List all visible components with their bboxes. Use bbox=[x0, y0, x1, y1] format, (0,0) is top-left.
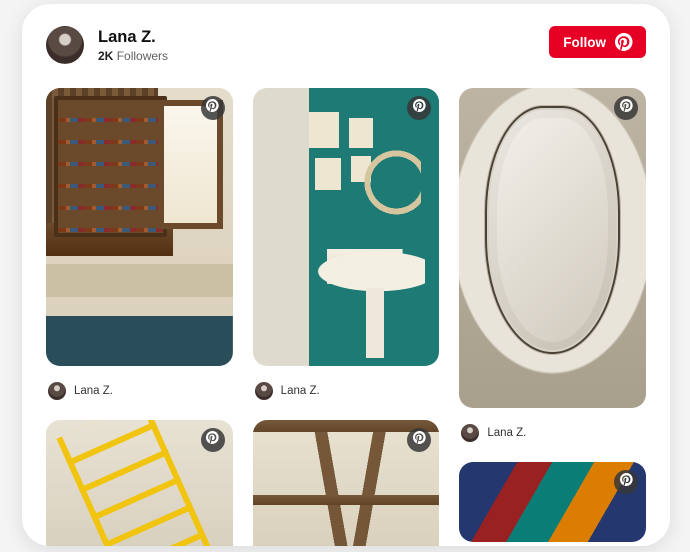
followers-label: Followers bbox=[117, 49, 168, 63]
followers: 2K Followers bbox=[98, 49, 168, 63]
pinterest-icon bbox=[615, 33, 633, 51]
pinterest-icon bbox=[413, 431, 426, 449]
pinterest-icon bbox=[206, 99, 219, 117]
pin-author: Lana Z. bbox=[74, 385, 113, 397]
pin-save-button[interactable] bbox=[614, 96, 638, 120]
pin-grid: Lana Z. bbox=[46, 88, 646, 546]
follow-label: Follow bbox=[563, 35, 606, 50]
grid-col-1: Lana Z. bbox=[46, 88, 233, 546]
pin-image[interactable] bbox=[253, 88, 440, 366]
pin-save-button[interactable] bbox=[201, 428, 225, 452]
profile-text: Lana Z. 2K Followers bbox=[98, 27, 168, 64]
pin-image[interactable] bbox=[459, 88, 646, 408]
avatar[interactable] bbox=[255, 382, 273, 400]
pinterest-icon bbox=[620, 473, 633, 491]
profile-name[interactable]: Lana Z. bbox=[98, 27, 168, 48]
header: Lana Z. 2K Followers Follow bbox=[46, 26, 646, 64]
follow-button[interactable]: Follow bbox=[549, 26, 646, 58]
grid-col-2: Lana Z. bbox=[253, 88, 440, 546]
pinterest-icon bbox=[206, 431, 219, 449]
pin-save-button[interactable] bbox=[614, 470, 638, 494]
grid-col-3: Lana Z. bbox=[459, 88, 646, 546]
pin-author: Lana Z. bbox=[487, 427, 526, 439]
pinterest-icon bbox=[413, 99, 426, 117]
profile-block[interactable]: Lana Z. 2K Followers bbox=[46, 26, 168, 64]
pin[interactable] bbox=[46, 420, 233, 546]
pin-image[interactable] bbox=[46, 88, 233, 366]
pin-save-button[interactable] bbox=[201, 96, 225, 120]
pin[interactable] bbox=[459, 88, 646, 408]
pin[interactable] bbox=[459, 462, 646, 542]
avatar[interactable] bbox=[46, 26, 84, 64]
avatar[interactable] bbox=[461, 424, 479, 442]
pinterest-icon bbox=[620, 99, 633, 117]
pin[interactable] bbox=[253, 420, 440, 546]
pin-attribution[interactable]: Lana Z. bbox=[255, 382, 440, 400]
pin[interactable] bbox=[253, 88, 440, 366]
pin-attribution[interactable]: Lana Z. bbox=[48, 382, 233, 400]
avatar[interactable] bbox=[48, 382, 66, 400]
pin-attribution[interactable]: Lana Z. bbox=[461, 424, 646, 442]
profile-card: Lana Z. 2K Followers Follow bbox=[22, 4, 670, 546]
pin[interactable] bbox=[46, 88, 233, 366]
followers-count: 2K bbox=[98, 49, 113, 63]
pin-author: Lana Z. bbox=[281, 385, 320, 397]
